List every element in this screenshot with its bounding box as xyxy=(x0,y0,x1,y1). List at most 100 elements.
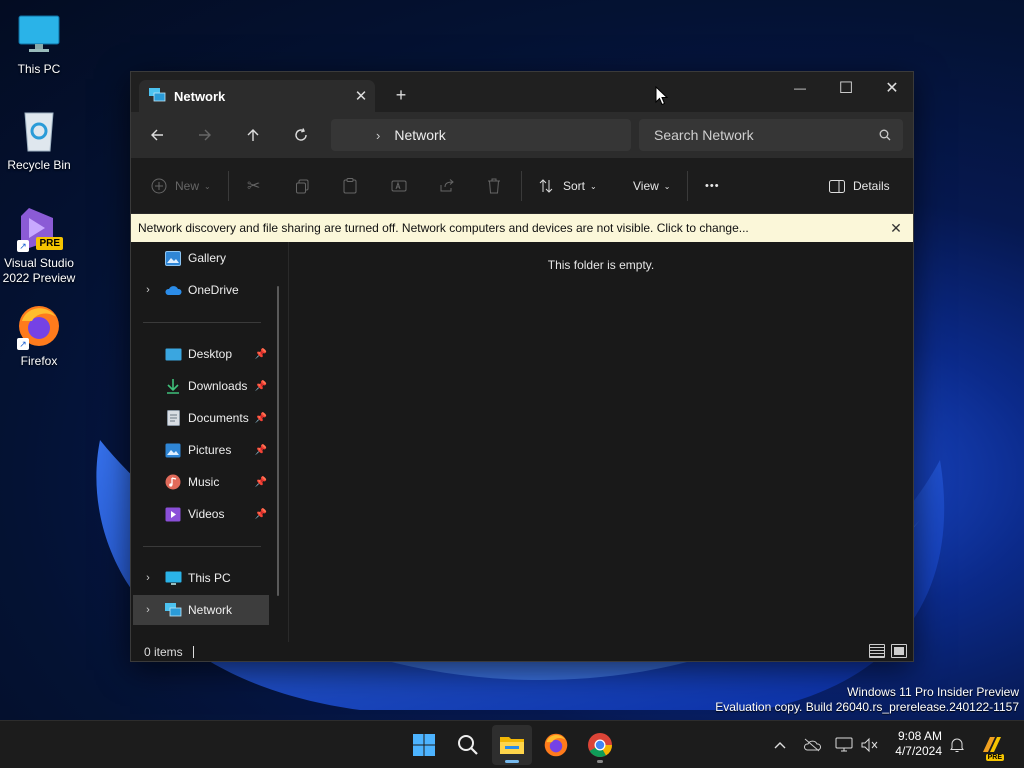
rename-button[interactable] xyxy=(391,170,407,202)
sidebar-item-label: Music xyxy=(188,475,220,489)
music-icon xyxy=(163,474,183,490)
pin-icon[interactable]: 📌 xyxy=(253,445,269,456)
notifications-button[interactable] xyxy=(946,721,968,768)
taskbar-file-explorer[interactable] xyxy=(492,725,532,765)
maximize-button[interactable]: ☐ xyxy=(823,72,869,104)
start-button[interactable] xyxy=(404,725,444,765)
show-hidden-icons-button[interactable] xyxy=(770,721,790,768)
share-button[interactable] xyxy=(439,170,455,202)
file-explorer-window: Network ✕ + — ☐ ✕ › Network Search Netwo… xyxy=(130,71,914,662)
back-button[interactable] xyxy=(141,120,173,150)
address-location[interactable]: Network xyxy=(394,127,445,143)
sidebar-scrollbar[interactable] xyxy=(277,286,279,596)
search-box[interactable]: Search Network xyxy=(639,119,903,151)
pin-icon[interactable]: 📌 xyxy=(253,381,269,392)
sort-button[interactable]: Sort ⌄ xyxy=(539,170,597,202)
desktop-icon-label: Recycle Bin xyxy=(7,158,71,172)
tab-network[interactable]: Network ✕ xyxy=(139,80,375,112)
network-icon xyxy=(148,87,166,106)
forward-button[interactable] xyxy=(189,120,221,150)
copy-button[interactable] xyxy=(295,170,310,202)
sidebar-item-downloads[interactable]: Downloads 📌 xyxy=(133,371,269,401)
desktop-icon-recycle-bin[interactable]: Recycle Bin xyxy=(0,106,78,173)
details-view-button[interactable] xyxy=(869,644,885,658)
sidebar-item-documents[interactable]: Documents 📌 xyxy=(133,403,269,433)
tab-close-button[interactable]: ✕ xyxy=(347,85,375,107)
volume-tray-icon[interactable] xyxy=(858,721,882,768)
sidebar-item-label: Gallery xyxy=(188,251,227,265)
desktop-icon-label: Visual Studio 2022 Preview xyxy=(2,256,76,285)
pin-icon[interactable]: 📌 xyxy=(253,477,269,488)
sidebar-item-label: Pictures xyxy=(188,443,232,457)
chevron-right-icon[interactable]: › xyxy=(133,572,163,584)
sidebar-item-music[interactable]: Music 📌 xyxy=(133,467,269,497)
sidebar-item-label: OneDrive xyxy=(188,283,239,297)
chevron-down-icon: ⌄ xyxy=(663,181,671,191)
sidebar-item-desktop[interactable]: Desktop 📌 xyxy=(133,339,269,369)
sidebar-item-onedrive[interactable]: › OneDrive xyxy=(133,275,269,305)
taskbar: 9:08 AM 4/7/2024 PRE xyxy=(0,720,1024,768)
arrow-left-icon xyxy=(151,129,163,141)
picture-icon xyxy=(163,442,183,458)
file-list-area[interactable]: This folder is empty. xyxy=(289,242,913,642)
sidebar-item-this-pc[interactable]: › This PC xyxy=(133,563,269,593)
details-pane-button[interactable]: Details xyxy=(829,170,890,202)
taskbar-firefox[interactable] xyxy=(536,725,576,765)
folder-icon xyxy=(500,737,524,754)
title-bar[interactable]: Network ✕ + — ☐ ✕ xyxy=(131,72,913,112)
view-button[interactable]: View ⌄ xyxy=(633,170,671,202)
chrome-icon xyxy=(588,733,612,758)
sidebar-item-label: Desktop xyxy=(188,347,233,361)
up-button[interactable] xyxy=(237,120,269,150)
sidebar-item-videos[interactable]: Videos 📌 xyxy=(133,499,269,529)
paste-button[interactable] xyxy=(343,170,357,202)
minimize-button[interactable]: — xyxy=(777,72,823,104)
sidebar-item-label: Downloads xyxy=(188,379,248,393)
desktop-icon-this-pc[interactable]: This PC xyxy=(0,10,78,77)
divider xyxy=(143,322,261,323)
close-button[interactable]: ✕ xyxy=(869,72,915,104)
network-tray-icon[interactable] xyxy=(832,721,856,768)
chevron-right-icon[interactable]: › xyxy=(133,604,163,616)
desktop-icon-firefox[interactable]: ↗ Firefox xyxy=(0,302,78,369)
desktop-icon xyxy=(163,346,183,362)
onedrive-tray-icon[interactable] xyxy=(800,721,824,768)
refresh-button[interactable] xyxy=(285,120,317,150)
new-button[interactable]: New ⌄ xyxy=(151,170,211,202)
clock[interactable]: 9:08 AM 4/7/2024 xyxy=(886,729,942,759)
running-indicator xyxy=(597,760,603,763)
rename-icon xyxy=(391,180,407,192)
more-options-button[interactable]: ••• xyxy=(705,170,720,202)
copilot-button[interactable]: PRE xyxy=(978,721,1006,768)
infobar-close-button[interactable]: ✕ xyxy=(879,220,913,237)
chevron-right-icon[interactable]: › xyxy=(376,128,380,143)
desktop-icon-visual-studio[interactable]: PRE ↗ Visual Studio 2022 Preview xyxy=(0,204,78,286)
address-bar[interactable]: › Network xyxy=(331,119,631,151)
chevron-up-icon xyxy=(774,742,786,749)
taskbar-search-button[interactable] xyxy=(448,725,488,765)
shortcut-arrow-icon: ↗ xyxy=(17,240,29,252)
cut-button[interactable]: ✂ xyxy=(247,170,260,202)
download-icon xyxy=(163,378,183,394)
large-icons-view-button[interactable] xyxy=(891,644,907,658)
infobar-message[interactable]: Network discovery and file sharing are t… xyxy=(138,221,879,235)
desktop-icon-label: Firefox xyxy=(20,354,58,368)
document-icon xyxy=(163,410,183,426)
search-input[interactable]: Search Network xyxy=(654,127,867,143)
watermark-line-1: Windows 11 Pro Insider Preview xyxy=(847,685,1019,699)
sidebar-item-pictures[interactable]: Pictures 📌 xyxy=(133,435,269,465)
sidebar-item-gallery[interactable]: Gallery xyxy=(133,243,269,273)
delete-button[interactable] xyxy=(487,170,501,202)
details-pane-icon xyxy=(829,179,845,193)
network-discovery-infobar[interactable]: Network discovery and file sharing are t… xyxy=(131,214,913,242)
taskbar-chrome[interactable] xyxy=(580,725,620,765)
chevron-right-icon[interactable]: › xyxy=(133,284,163,296)
firefox-icon xyxy=(544,733,568,757)
recycle-bin-icon xyxy=(15,106,63,154)
pin-icon[interactable]: 📌 xyxy=(253,349,269,360)
sidebar-item-network[interactable]: › Network xyxy=(133,595,269,625)
pin-icon[interactable]: 📌 xyxy=(253,509,269,520)
divider xyxy=(687,171,688,201)
new-tab-button[interactable]: + xyxy=(389,83,413,107)
pin-icon[interactable]: 📌 xyxy=(253,413,269,424)
